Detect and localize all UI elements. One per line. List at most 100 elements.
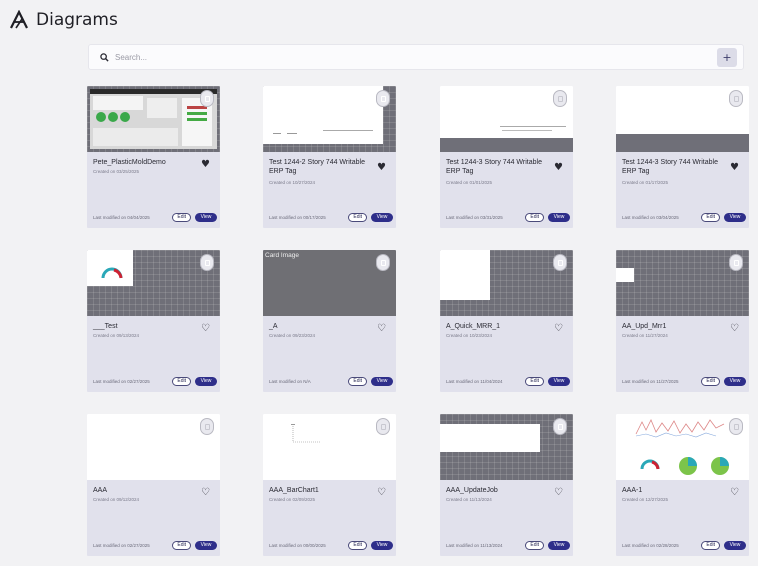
diagram-card: Pete_PlasticMoldDemo Created on 03/25/202… [87, 86, 220, 228]
card-created-date: Created on 09/23/2024 [269, 333, 316, 338]
card-modified-date: Last modified on 11/13/2024 [446, 543, 503, 548]
edit-button[interactable]: Edit [172, 377, 191, 386]
card-title: Test 1244-3 Story 744 Writable ERP Tag [446, 159, 542, 175]
card-footer: Last modified on 00/00/2025 Edit View [269, 541, 393, 550]
lock-icon[interactable] [200, 90, 214, 107]
add-diagram-button[interactable]: + [717, 48, 737, 67]
lock-shackle [204, 423, 210, 430]
view-button[interactable]: View [195, 213, 217, 222]
card-modified-date: Last modified on 00/00/2025 [269, 543, 326, 548]
lock-icon[interactable] [376, 254, 390, 271]
card-title: AAA_UpdateJob [446, 487, 498, 494]
card-created-date: Created on 10/23/2024 [446, 333, 493, 338]
card-footer: Last modified on 11/04/2024 Edit View [446, 377, 570, 386]
card-thumbnail[interactable]: Card Image [263, 250, 396, 316]
card-thumbnail[interactable] [440, 414, 573, 480]
card-thumbnail[interactable] [616, 414, 749, 480]
edit-button[interactable]: Edit [525, 213, 544, 222]
card-created-date: Created on 10/27/2024 [269, 180, 316, 185]
card-thumbnail[interactable] [87, 414, 220, 480]
heart-filled-icon[interactable]: ♥ [201, 160, 210, 170]
heart-outline-icon[interactable]: ♡ [377, 324, 386, 334]
edit-button[interactable]: Edit [348, 377, 367, 386]
card-footer: Last modified on 04/04/2025 Edit View [93, 213, 217, 222]
edit-button[interactable]: Edit [525, 541, 544, 550]
card-thumbnail[interactable] [263, 414, 396, 480]
heart-outline-icon[interactable]: ♡ [730, 324, 739, 334]
edit-button[interactable]: Edit [701, 541, 720, 550]
edit-button[interactable]: Edit [172, 213, 191, 222]
lock-icon[interactable] [376, 90, 390, 107]
edit-button[interactable]: Edit [701, 377, 720, 386]
search-icon [99, 52, 109, 62]
card-thumbnail[interactable] [616, 86, 749, 152]
lock-icon[interactable] [553, 254, 567, 271]
search-input[interactable]: Search... [115, 53, 147, 62]
lock-icon[interactable] [553, 90, 567, 107]
card-thumbnail[interactable] [87, 250, 220, 316]
card-created-date: Created on 09/12/2024 [93, 497, 140, 502]
view-button[interactable]: View [371, 541, 393, 550]
card-modified-date: Last modified on 03/04/2025 [622, 215, 679, 220]
edit-button[interactable]: Edit [525, 377, 544, 386]
view-button[interactable]: View [548, 213, 570, 222]
diagram-card: Card Image _A Created on 09/23/2024 ♡ Last m… [263, 250, 396, 392]
card-modified-date: Last modified on 02/27/2025 [93, 379, 150, 384]
page-title: Diagrams [36, 10, 118, 30]
diagram-grid: Pete_PlasticMoldDemo Created on 03/25/202… [87, 86, 749, 556]
heart-outline-icon[interactable]: ♡ [730, 488, 739, 498]
lock-shackle [204, 259, 210, 266]
edit-button[interactable]: Edit [348, 541, 367, 550]
card-footer: Last modified on 00/17/2025 Edit View [269, 213, 393, 222]
view-button[interactable]: View [548, 541, 570, 550]
card-footer: Last modified on 03/04/2025 Edit View [622, 213, 746, 222]
view-button[interactable]: View [548, 377, 570, 386]
edit-button[interactable]: Edit [701, 213, 720, 222]
card-title: Pete_PlasticMoldDemo [93, 159, 166, 166]
view-button[interactable]: View [371, 213, 393, 222]
lock-icon[interactable] [200, 418, 214, 435]
lock-shackle [557, 95, 563, 102]
heart-filled-icon[interactable]: ♥ [730, 163, 739, 173]
page-header: Diagrams [8, 8, 118, 32]
lock-icon[interactable] [729, 90, 743, 107]
heart-filled-icon[interactable]: ♥ [377, 163, 386, 173]
view-button[interactable]: View [195, 541, 217, 550]
card-title: _A [269, 323, 278, 330]
card-modified-date: Last modified on 11/27/2025 [622, 379, 679, 384]
lock-icon[interactable] [729, 254, 743, 271]
lock-shackle [380, 95, 386, 102]
lock-shackle [380, 259, 386, 266]
diagram-card: AAA-1 Created on 12/27/2025 ♡ Last modified… [616, 414, 749, 556]
diagram-card: ___Test Created on 09/13/2024 ♡ Last modifi… [87, 250, 220, 392]
edit-button[interactable]: Edit [348, 213, 367, 222]
view-button[interactable]: View [724, 541, 746, 550]
heart-outline-icon[interactable]: ♡ [554, 324, 563, 334]
lock-icon[interactable] [553, 418, 567, 435]
card-thumbnail[interactable] [440, 250, 573, 316]
diagram-card: Test 1244-2 Story 744 Writable ERP Tag Cr… [263, 86, 396, 228]
edit-button[interactable]: Edit [172, 541, 191, 550]
view-button[interactable]: View [371, 377, 393, 386]
card-thumbnail[interactable] [616, 250, 749, 316]
card-modified-date: Last modified on N/A [269, 379, 311, 384]
card-created-date: Created on 11/13/2024 [446, 497, 492, 502]
lock-icon[interactable] [200, 254, 214, 271]
card-thumbnail[interactable] [87, 86, 220, 152]
heart-outline-icon[interactable]: ♡ [554, 488, 563, 498]
card-modified-date: Last modified on 04/04/2025 [93, 215, 150, 220]
view-button[interactable]: View [724, 213, 746, 222]
card-created-date: Created on 03/25/2025 [93, 169, 140, 174]
card-title: A_Quick_MRR_1 [446, 323, 501, 330]
heart-outline-icon[interactable]: ♡ [377, 488, 386, 498]
lock-icon[interactable] [376, 418, 390, 435]
lock-icon[interactable] [729, 418, 743, 435]
heart-outline-icon[interactable]: ♡ [201, 488, 210, 498]
view-button[interactable]: View [724, 377, 746, 386]
card-thumbnail[interactable] [263, 86, 396, 152]
heart-filled-icon[interactable]: ♥ [554, 163, 563, 173]
diagram-card: AAA_BarChart1 Created on 02/09/2025 ♡ Last … [263, 414, 396, 556]
card-thumbnail[interactable] [440, 86, 573, 152]
view-button[interactable]: View [195, 377, 217, 386]
heart-outline-icon[interactable]: ♡ [201, 324, 210, 334]
